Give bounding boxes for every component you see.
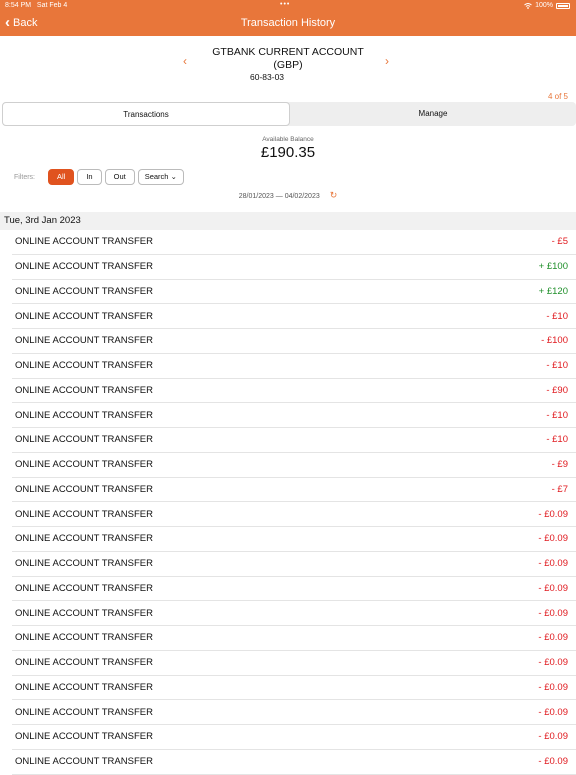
- transaction-row[interactable]: ONLINE ACCOUNT TRANSFER - £0.09: [12, 700, 576, 725]
- transaction-amount: + £120: [538, 285, 568, 297]
- transaction-amount: - £10: [546, 360, 568, 372]
- transaction-description: ONLINE ACCOUNT TRANSFER: [15, 533, 153, 545]
- date-range-text: 28/01/2023 — 04/02/2023: [238, 193, 320, 200]
- transaction-amount: - £90: [546, 384, 568, 396]
- transaction-description: ONLINE ACCOUNT TRANSFER: [15, 582, 153, 594]
- transaction-amount: - £10: [546, 409, 568, 421]
- transaction-description: ONLINE ACCOUNT TRANSFER: [15, 310, 153, 322]
- next-account-button[interactable]: ›: [385, 54, 389, 68]
- status-right: 100%: [524, 2, 570, 9]
- tab-transactions[interactable]: Transactions: [2, 102, 290, 126]
- transaction-amount: - £10: [546, 434, 568, 446]
- filter-all-button[interactable]: All: [48, 169, 75, 185]
- transaction-list: ONLINE ACCOUNT TRANSFER - £5 ONLINE ACCOUN…: [12, 230, 576, 775]
- transaction-amount: - £0.09: [538, 558, 568, 570]
- transaction-amount: - £10: [546, 310, 568, 322]
- transaction-amount: - £0.09: [538, 632, 568, 644]
- transaction-row[interactable]: ONLINE ACCOUNT TRANSFER - £0.09: [12, 552, 576, 577]
- transaction-description: ONLINE ACCOUNT TRANSFER: [15, 756, 153, 768]
- nav-bar: ‹ Back Transaction History: [0, 12, 576, 36]
- sort-code: 60-83-03: [250, 72, 285, 82]
- transaction-row[interactable]: ONLINE ACCOUNT TRANSFER + £120: [12, 280, 576, 305]
- transaction-row[interactable]: ONLINE ACCOUNT TRANSFER - £0.09: [12, 750, 576, 775]
- filters-label: Filters:: [14, 173, 35, 181]
- transaction-description: ONLINE ACCOUNT TRANSFER: [15, 434, 153, 446]
- transaction-amount: - £0.09: [538, 582, 568, 594]
- transaction-amount: - £5: [551, 236, 568, 248]
- filter-bar: Filters: All In Out Search ⌄: [14, 169, 184, 185]
- status-time: 8:54 PM Sat Feb 4: [5, 2, 68, 9]
- transaction-row[interactable]: ONLINE ACCOUNT TRANSFER - £0.09: [12, 651, 576, 676]
- transaction-amount: + £100: [538, 261, 568, 273]
- transaction-row[interactable]: ONLINE ACCOUNT TRANSFER - £10: [12, 354, 576, 379]
- transaction-description: ONLINE ACCOUNT TRANSFER: [15, 261, 153, 273]
- transaction-amount: - £0.09: [538, 607, 568, 619]
- transaction-description: ONLINE ACCOUNT TRANSFER: [15, 384, 153, 396]
- transaction-row[interactable]: ONLINE ACCOUNT TRANSFER - £9: [12, 453, 576, 478]
- transaction-row[interactable]: ONLINE ACCOUNT TRANSFER - £10: [12, 403, 576, 428]
- transaction-description: ONLINE ACCOUNT TRANSFER: [15, 731, 153, 743]
- transaction-description: ONLINE ACCOUNT TRANSFER: [15, 632, 153, 644]
- transaction-row[interactable]: ONLINE ACCOUNT TRANSFER - £100: [12, 329, 576, 354]
- transaction-description: ONLINE ACCOUNT TRANSFER: [15, 657, 153, 669]
- page-title: Transaction History: [240, 17, 336, 29]
- transaction-row[interactable]: ONLINE ACCOUNT TRANSFER - £0.09: [12, 676, 576, 701]
- transaction-row[interactable]: ONLINE ACCOUNT TRANSFER - £0.09: [12, 601, 576, 626]
- transaction-row[interactable]: ONLINE ACCOUNT TRANSFER - £7: [12, 478, 576, 503]
- transaction-description: ONLINE ACCOUNT TRANSFER: [15, 607, 153, 619]
- transaction-row[interactable]: ONLINE ACCOUNT TRANSFER - £0.09: [12, 527, 576, 552]
- multitasking-dots-icon: •••: [280, 1, 291, 8]
- prev-account-button[interactable]: ‹: [183, 54, 187, 68]
- search-dropdown-button[interactable]: Search ⌄: [137, 169, 184, 185]
- chevron-down-icon: ⌄: [170, 172, 177, 181]
- tab-bar: Transactions Manage: [2, 102, 576, 126]
- filter-out-button[interactable]: Out: [104, 169, 135, 185]
- transaction-description: ONLINE ACCOUNT TRANSFER: [15, 508, 153, 520]
- date-range: 28/01/2023 — 04/02/2023 ↻: [0, 190, 576, 201]
- balance-label: Available Balance: [262, 136, 314, 143]
- transaction-row[interactable]: ONLINE ACCOUNT TRANSFER - £5: [12, 230, 576, 255]
- battery-percent: 100%: [535, 2, 553, 9]
- transaction-amount: - £0.09: [538, 533, 568, 545]
- transaction-row[interactable]: ONLINE ACCOUNT TRANSFER - £0.09: [12, 577, 576, 602]
- account-pager: 4 of 5: [547, 92, 568, 101]
- battery-icon: [556, 2, 570, 9]
- transaction-amount: - £0.09: [538, 508, 568, 520]
- transaction-amount: - £100: [541, 335, 568, 347]
- transaction-row[interactable]: ONLINE ACCOUNT TRANSFER - £10: [12, 428, 576, 453]
- search-label: Search: [144, 172, 169, 181]
- transaction-description: ONLINE ACCOUNT TRANSFER: [15, 483, 153, 495]
- transaction-description: ONLINE ACCOUNT TRANSFER: [15, 285, 153, 297]
- transaction-description: ONLINE ACCOUNT TRANSFER: [15, 360, 153, 372]
- account-header: ‹ GTBANK CURRENT ACCOUNT (GBP) 60-83-03 …: [0, 36, 576, 100]
- transaction-description: ONLINE ACCOUNT TRANSFER: [15, 706, 153, 718]
- transaction-amount: - £0.09: [538, 681, 568, 693]
- transaction-description: ONLINE ACCOUNT TRANSFER: [15, 409, 153, 421]
- transaction-amount: - £7: [551, 483, 568, 495]
- transaction-amount: - £0.09: [538, 731, 568, 743]
- transaction-row[interactable]: ONLINE ACCOUNT TRANSFER - £10: [12, 304, 576, 329]
- transaction-row[interactable]: ONLINE ACCOUNT TRANSFER - £90: [12, 379, 576, 404]
- filter-in-button[interactable]: In: [77, 169, 102, 185]
- refresh-icon[interactable]: ↻: [330, 190, 338, 200]
- day-header: Tue, 3rd Jan 2023: [0, 212, 576, 230]
- tab-manage[interactable]: Manage: [290, 102, 576, 126]
- transaction-amount: - £9: [551, 459, 568, 471]
- transaction-row[interactable]: ONLINE ACCOUNT TRANSFER - £0.09: [12, 725, 576, 750]
- transaction-amount: - £0.09: [538, 706, 568, 718]
- transaction-description: ONLINE ACCOUNT TRANSFER: [15, 335, 153, 347]
- wifi-icon: [524, 2, 532, 9]
- transaction-row[interactable]: ONLINE ACCOUNT TRANSFER - £0.09: [12, 502, 576, 527]
- transaction-description: ONLINE ACCOUNT TRANSFER: [15, 558, 153, 570]
- status-bar: 8:54 PM Sat Feb 4 ••• 100%: [0, 0, 576, 12]
- transaction-row[interactable]: ONLINE ACCOUNT TRANSFER - £0.09: [12, 626, 576, 651]
- account-name: GTBANK CURRENT ACCOUNT (GBP): [212, 46, 364, 71]
- transaction-description: ONLINE ACCOUNT TRANSFER: [15, 236, 153, 248]
- transaction-description: ONLINE ACCOUNT TRANSFER: [15, 681, 153, 693]
- transaction-description: ONLINE ACCOUNT TRANSFER: [15, 459, 153, 471]
- balance-value: £190.35: [260, 144, 316, 161]
- transaction-amount: - £0.09: [538, 657, 568, 669]
- transaction-row[interactable]: ONLINE ACCOUNT TRANSFER + £100: [12, 255, 576, 280]
- transaction-amount: - £0.09: [538, 756, 568, 768]
